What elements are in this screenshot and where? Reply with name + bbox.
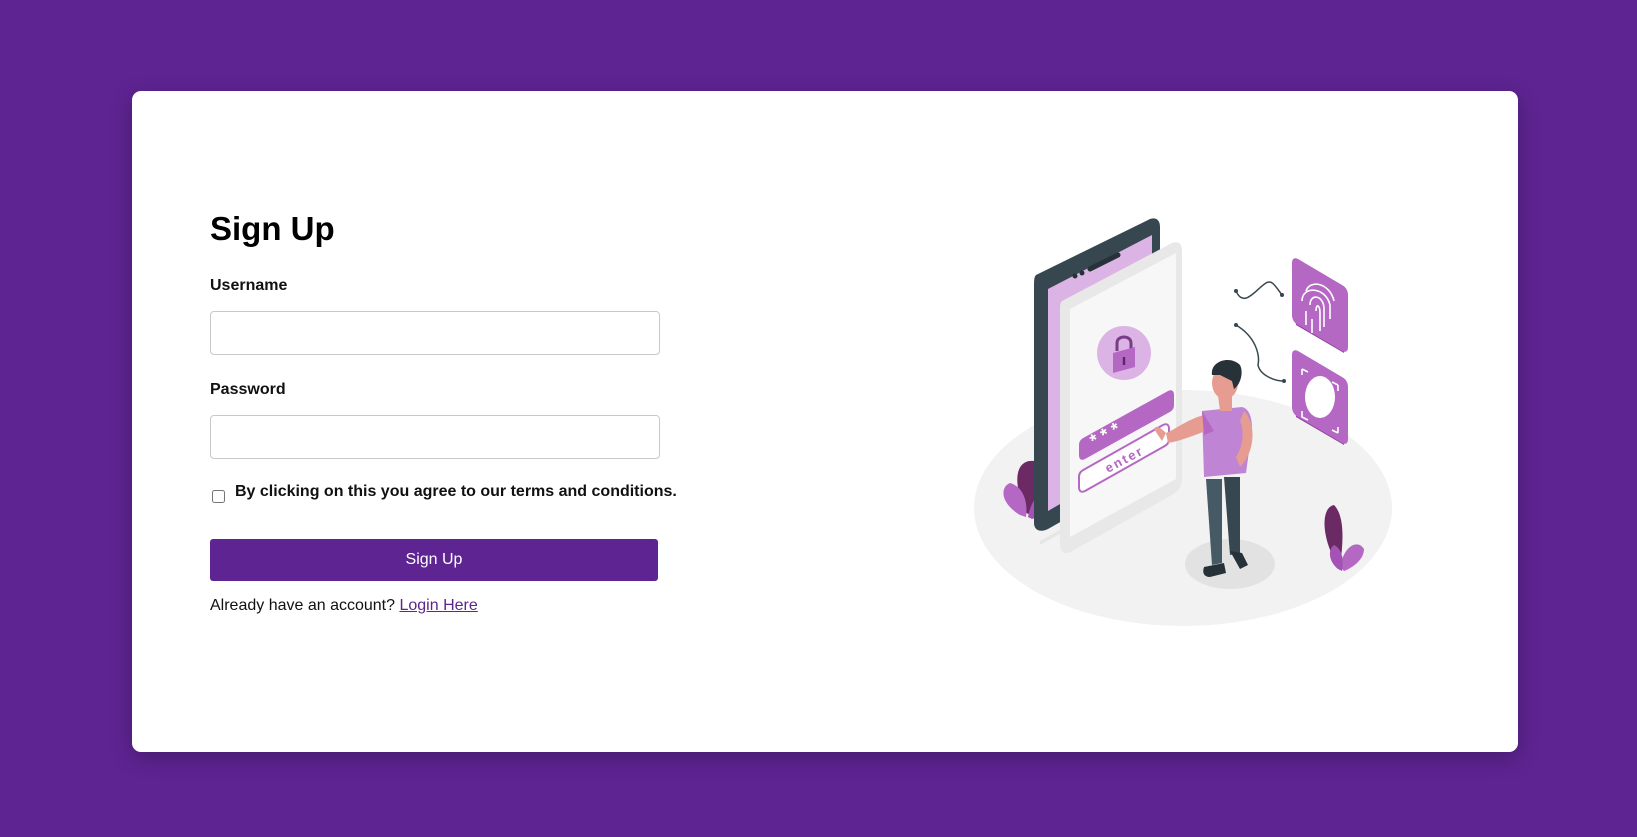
terms-row: By clicking on this you agree to our ter… xyxy=(210,483,690,507)
username-input[interactable] xyxy=(210,311,660,355)
wire-top xyxy=(1235,281,1283,299)
security-illustration: * * * enter xyxy=(974,218,1392,626)
page-title: Sign Up xyxy=(210,210,335,247)
terms-checkbox[interactable] xyxy=(212,490,225,503)
signup-button[interactable]: Sign Up xyxy=(210,539,658,581)
password-label: Password xyxy=(210,381,286,398)
login-prompt-text: Already have an account? xyxy=(210,597,396,614)
fingerprint-icon xyxy=(1292,258,1348,353)
login-prompt: Already have an account? Login Here xyxy=(210,597,690,615)
signup-card: Sign Up Username Password By clicking on… xyxy=(132,91,1518,752)
username-label: Username xyxy=(210,277,288,294)
login-link[interactable]: Login Here xyxy=(399,597,477,614)
password-input[interactable] xyxy=(210,415,660,459)
terms-label: By clicking on this you agree to our ter… xyxy=(235,483,677,500)
signup-form: Sign Up Username Password By clicking on… xyxy=(210,212,690,615)
wire-bottom xyxy=(1235,324,1285,382)
